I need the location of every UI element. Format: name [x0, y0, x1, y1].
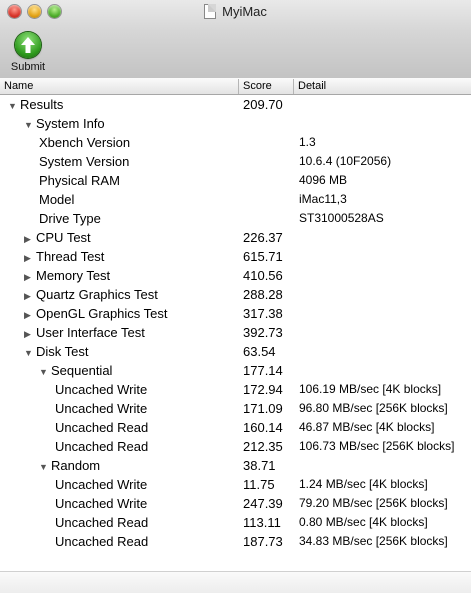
- row-score: 615.71: [243, 249, 283, 264]
- row-score: 171.09: [243, 401, 283, 416]
- outline-row[interactable]: ▼ Sequential 177.14: [0, 361, 471, 380]
- row-score: 392.73: [243, 325, 283, 340]
- row-score: 38.71: [243, 458, 276, 473]
- row-score: 177.14: [243, 363, 283, 378]
- column-header-name[interactable]: Name: [0, 79, 239, 94]
- outline-row[interactable]: Uncached Read 187.73 34.83 MB/sec [256K bl…: [0, 532, 471, 551]
- outline-row[interactable]: ▼ Results 209.70: [0, 95, 471, 114]
- row-label: OpenGL Graphics Test: [36, 306, 168, 321]
- submit-label: Submit: [10, 61, 46, 73]
- row-label: Random: [51, 458, 101, 473]
- row-detail: 79.20 MB/sec [256K blocks]: [299, 496, 448, 510]
- outline-row[interactable]: Drive Type ST31000528AS: [0, 209, 471, 228]
- row-detail: iMac11,3: [299, 192, 347, 206]
- outline-row[interactable]: Xbench Version 1.3: [0, 133, 471, 152]
- submit-button[interactable]: Submit: [6, 32, 50, 73]
- row-score: 212.35: [243, 439, 283, 454]
- outline-row[interactable]: ▼ System Info: [0, 114, 471, 133]
- outline-row[interactable]: Uncached Read 160.14 46.87 MB/sec [4K bloc…: [0, 418, 471, 437]
- document-icon: [204, 4, 217, 19]
- row-detail: 1.24 MB/sec [4K blocks]: [299, 477, 428, 491]
- row-label: Xbench Version: [39, 135, 131, 150]
- outline-row[interactable]: Uncached Read 212.35 106.73 MB/sec [256K b…: [0, 437, 471, 456]
- window-title-area: MyiMac: [0, 4, 471, 24]
- row-detail: 106.73 MB/sec [256K blocks]: [299, 439, 455, 453]
- row-score: 187.73: [243, 534, 283, 549]
- row-label: Uncached Write: [55, 382, 148, 397]
- row-detail: 10.6.4 (10F2056): [299, 154, 392, 168]
- row-label: Model: [39, 192, 75, 207]
- row-label: System Info: [36, 116, 105, 131]
- row-score: 172.94: [243, 382, 283, 397]
- row-label: Sequential: [51, 363, 113, 378]
- row-score: 209.70: [243, 97, 283, 112]
- row-score: 317.38: [243, 306, 283, 321]
- row-score: 226.37: [243, 230, 283, 245]
- column-header-detail[interactable]: Detail: [294, 79, 471, 94]
- row-detail: 4096 MB: [299, 173, 348, 187]
- row-label: Memory Test: [36, 268, 111, 283]
- row-label: Physical RAM: [39, 173, 120, 188]
- row-detail: 46.87 MB/sec [4K blocks]: [299, 420, 435, 434]
- row-label: Uncached Read: [55, 420, 149, 435]
- outline-row[interactable]: Model iMac11,3: [0, 190, 471, 209]
- row-label: CPU Test: [36, 230, 91, 245]
- row-label: System Version: [39, 154, 130, 169]
- row-label: Uncached Write: [55, 496, 148, 511]
- row-score: 11.75: [243, 477, 275, 492]
- outline-row[interactable]: ▶ Memory Test 410.56: [0, 266, 471, 285]
- row-score: 113.11: [243, 515, 281, 530]
- window-bottom-bar: [0, 571, 471, 593]
- row-detail: 106.19 MB/sec [4K blocks]: [299, 382, 442, 396]
- outline-row[interactable]: ▼ Disk Test 63.54: [0, 342, 471, 361]
- upload-arrow-icon: [15, 32, 41, 58]
- row-label: Uncached Write: [55, 401, 148, 416]
- results-outline: ▼ Results 209.70 ▼ System Info Xbench Versi…: [0, 95, 471, 551]
- row-detail: ST31000528AS: [299, 211, 384, 225]
- row-score: 247.39: [243, 496, 283, 511]
- column-header: Name Score Detail: [0, 78, 471, 95]
- row-label: Thread Test: [36, 249, 105, 264]
- outline-row[interactable]: Uncached Write 171.09 96.80 MB/sec [256K b…: [0, 399, 471, 418]
- column-header-score[interactable]: Score: [239, 79, 294, 94]
- outline-row[interactable]: Uncached Read 113.11 0.80 MB/sec [4K block…: [0, 513, 471, 532]
- row-label: Results: [20, 97, 64, 112]
- outline-row[interactable]: ▶ User Interface Test 392.73: [0, 323, 471, 342]
- row-score: 410.56: [243, 268, 283, 283]
- row-label: Drive Type: [39, 211, 101, 226]
- outline-row[interactable]: ▶ Thread Test 615.71: [0, 247, 471, 266]
- row-label: User Interface Test: [36, 325, 145, 340]
- row-detail: 96.80 MB/sec [256K blocks]: [299, 401, 448, 415]
- row-label: Quartz Graphics Test: [36, 287, 158, 302]
- outline-row[interactable]: ▼ Random 38.71: [0, 456, 471, 475]
- outline-row[interactable]: ▶ Quartz Graphics Test 288.28: [0, 285, 471, 304]
- row-label: Uncached Read: [55, 515, 149, 530]
- row-score: 160.14: [243, 420, 283, 435]
- outline-row[interactable]: Uncached Write 172.94 106.19 MB/sec [4K bl…: [0, 380, 471, 399]
- row-score: 63.54: [243, 344, 276, 359]
- outline-row[interactable]: ▶ CPU Test 226.37: [0, 228, 471, 247]
- app-window: MyiMac Submit Name Score Detail ▼ Results…: [0, 0, 471, 593]
- window-title: MyiMac: [222, 4, 267, 19]
- outline-row[interactable]: Uncached Write 11.75 1.24 MB/sec [4K block…: [0, 475, 471, 494]
- row-label: Disk Test: [36, 344, 89, 359]
- row-detail: 34.83 MB/sec [256K blocks]: [299, 534, 448, 548]
- row-detail: 1.3: [299, 135, 316, 149]
- title-bar: MyiMac Submit: [0, 0, 471, 79]
- row-score: 288.28: [243, 287, 283, 302]
- row-label: Uncached Write: [55, 477, 148, 492]
- row-detail: 0.80 MB/sec [4K blocks]: [299, 515, 428, 529]
- outline-row[interactable]: Physical RAM 4096 MB: [0, 171, 471, 190]
- outline-row[interactable]: Uncached Write 247.39 79.20 MB/sec [256K b…: [0, 494, 471, 513]
- outline-row[interactable]: System Version 10.6.4 (10F2056): [0, 152, 471, 171]
- row-label: Uncached Read: [55, 439, 149, 454]
- outline-row[interactable]: ▶ OpenGL Graphics Test 317.38: [0, 304, 471, 323]
- row-label: Uncached Read: [55, 534, 149, 549]
